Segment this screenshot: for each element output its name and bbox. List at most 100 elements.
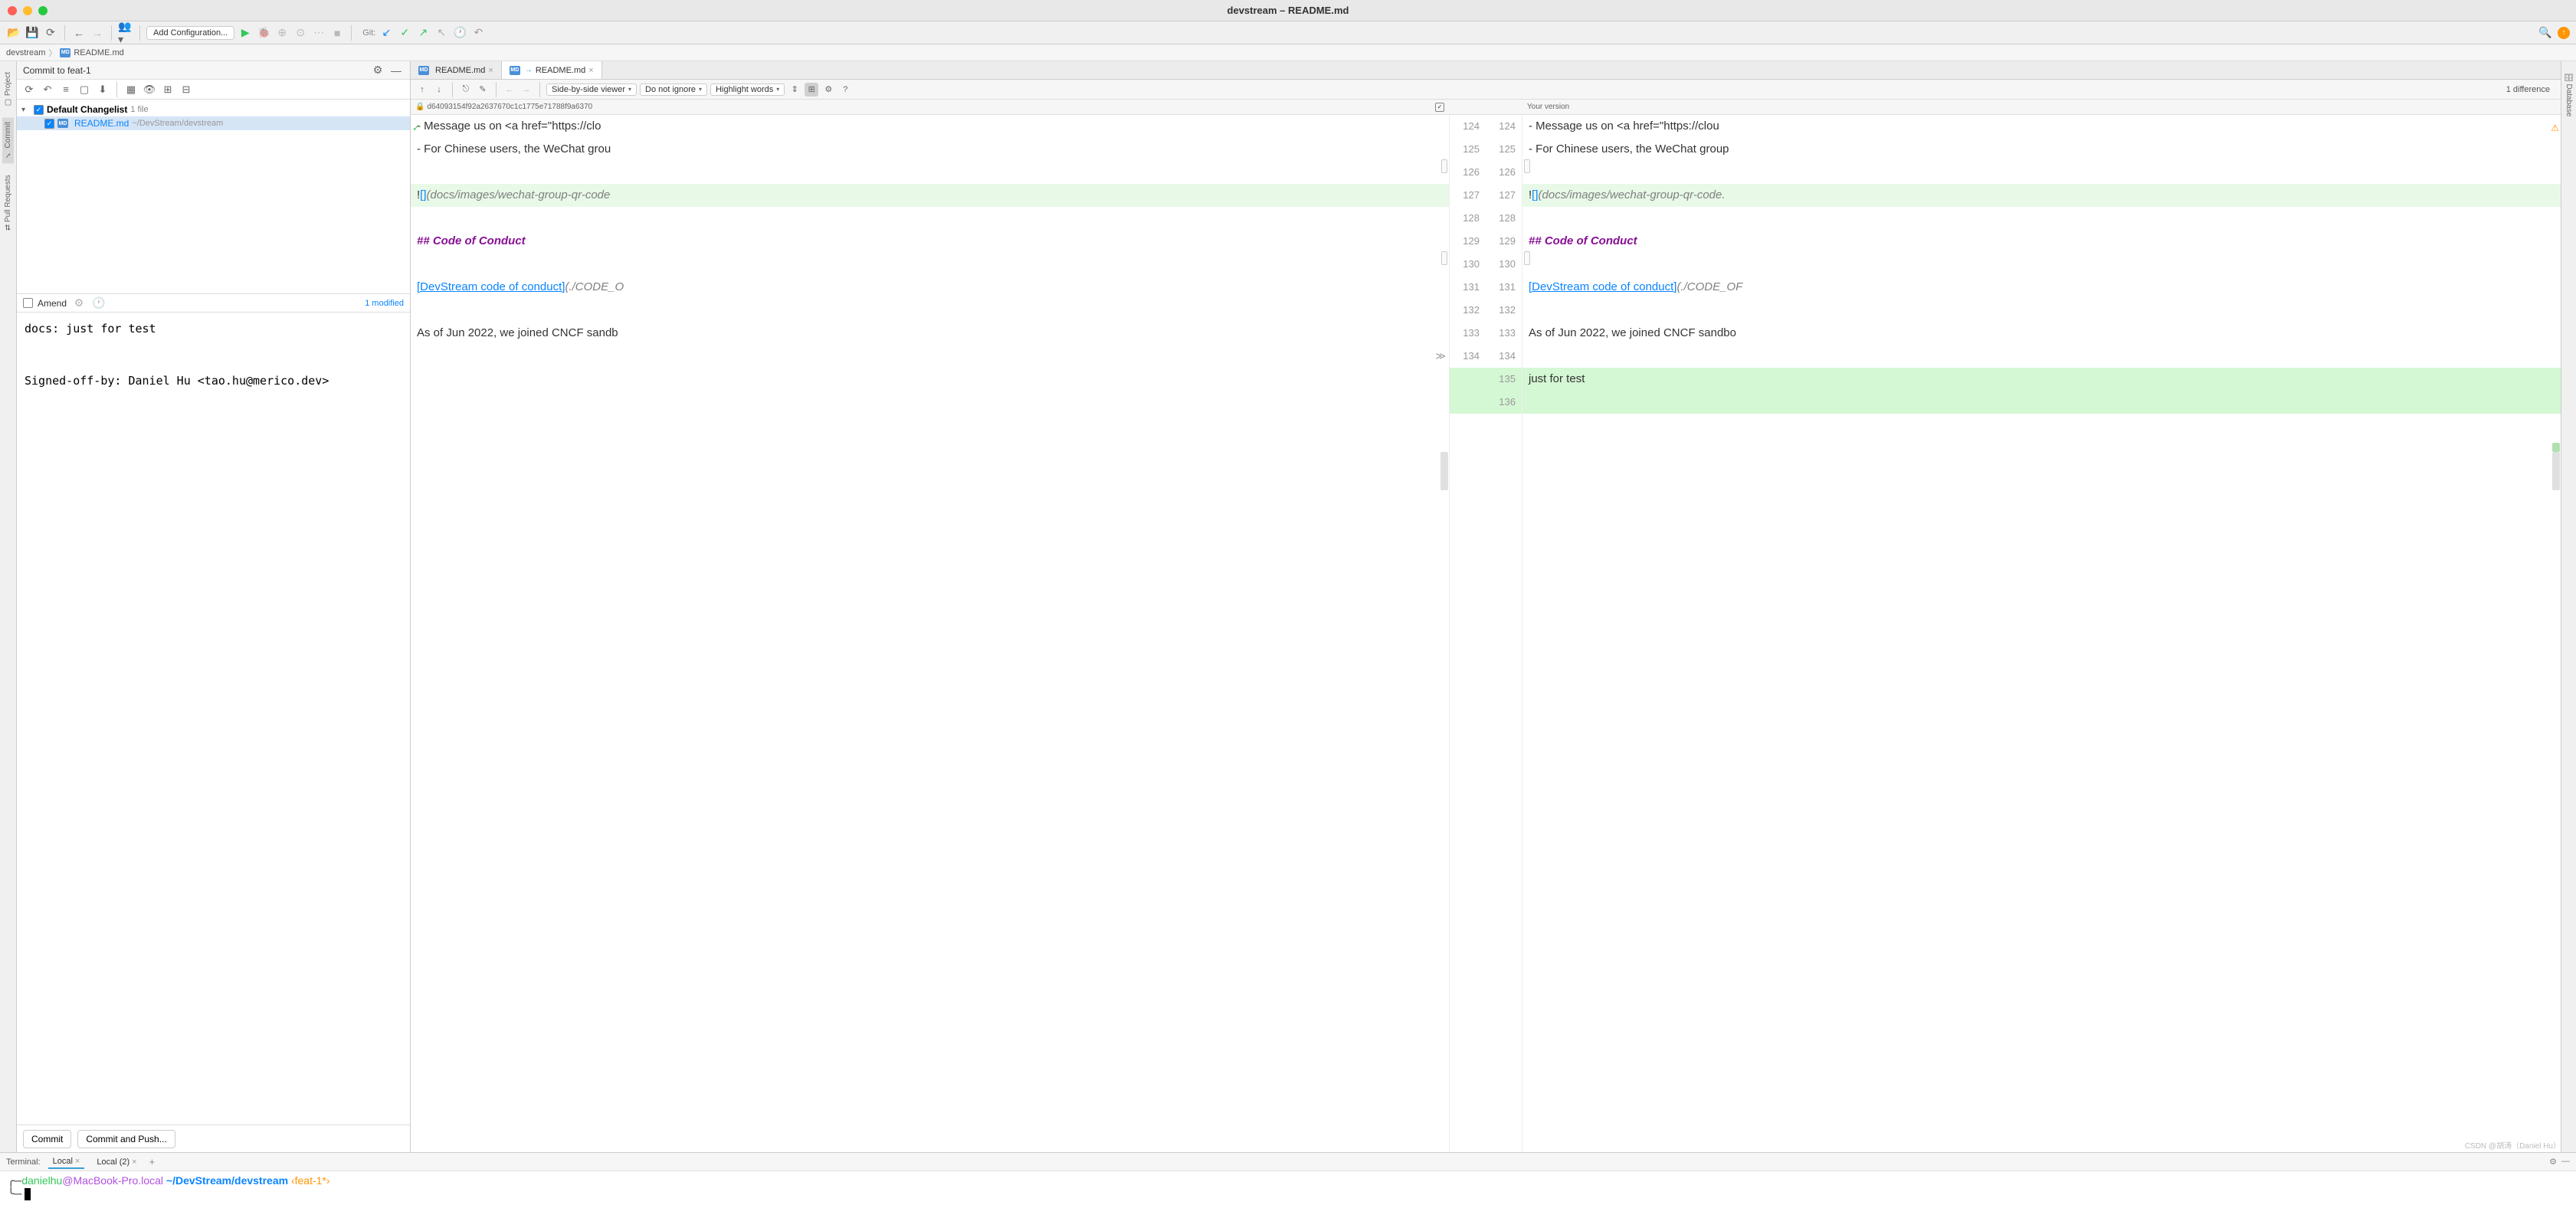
sync-icon[interactable]: ⎋ bbox=[459, 83, 473, 97]
rollback-icon[interactable]: ↶ bbox=[40, 82, 55, 97]
changelist-checkbox[interactable] bbox=[34, 105, 44, 115]
code-line: ![](docs/images/wechat-group-qr-code. bbox=[1522, 184, 2561, 207]
ignore-whitespace-select[interactable]: Do not ignore bbox=[640, 83, 707, 96]
debug-icon[interactable]: 🐞 bbox=[256, 25, 271, 41]
diff-left-pane[interactable]: ✓ - Message us on <a href="https://clo -… bbox=[411, 115, 1449, 1152]
forward-icon[interactable]: → bbox=[90, 25, 105, 41]
edit-icon[interactable]: ✎ bbox=[476, 83, 490, 97]
attach-icon[interactable]: ⋯ bbox=[311, 25, 326, 41]
diff-icon[interactable]: ≡ bbox=[58, 82, 74, 97]
prev-diff-icon[interactable]: ↑ bbox=[415, 83, 429, 97]
run-config-select[interactable]: Add Configuration... bbox=[146, 26, 234, 40]
editor-tab-readme-diff[interactable]: MD → README.md × bbox=[502, 61, 602, 79]
main-toolbar: 📂 💾 ⟳ ← → 👥▾ Add Configuration... ▶ 🐞 ⊕ … bbox=[0, 21, 2576, 44]
forward-icon[interactable]: → bbox=[519, 83, 533, 97]
fold-handle-icon[interactable] bbox=[1524, 251, 1530, 265]
modified-count[interactable]: 1 modified bbox=[365, 299, 404, 308]
hide-panel-icon[interactable]: — bbox=[2561, 1157, 2570, 1167]
expand-diff-icon[interactable]: ≫ bbox=[1435, 345, 1446, 368]
help-icon[interactable]: ? bbox=[838, 83, 852, 97]
window-minimize-button[interactable] bbox=[23, 6, 32, 15]
amend-checkbox[interactable] bbox=[23, 298, 33, 308]
changelist-icon[interactable]: ▢ bbox=[77, 82, 92, 97]
right-version-label: Your version bbox=[1527, 103, 1569, 111]
database-tool-tab[interactable]: 🗄 Database bbox=[2563, 67, 2574, 121]
next-diff-icon[interactable]: ↓ bbox=[432, 83, 446, 97]
avatar-icon[interactable]: 👥▾ bbox=[118, 25, 133, 41]
changed-file-row[interactable]: MD README.md ~/DevStream/devstream bbox=[17, 116, 410, 130]
code-line bbox=[1522, 161, 2561, 184]
profile-icon[interactable]: ⊙ bbox=[293, 25, 308, 41]
readonly-checkbox[interactable]: ✓ bbox=[1435, 103, 1444, 112]
coverage-icon[interactable]: ⊕ bbox=[274, 25, 290, 41]
file-checkbox[interactable] bbox=[44, 119, 54, 129]
view-options-icon[interactable]: 👁 bbox=[142, 82, 157, 97]
breadcrumb: devstream 〉 MD README.md bbox=[0, 44, 2576, 61]
add-terminal-icon[interactable]: + bbox=[149, 1156, 156, 1167]
save-icon[interactable]: 💾 bbox=[25, 25, 40, 41]
git-commit-icon[interactable]: ✓ bbox=[397, 25, 412, 41]
close-icon[interactable]: × bbox=[132, 1157, 136, 1167]
pull-requests-tool-tab[interactable]: ⇄Pull Requests bbox=[2, 170, 14, 235]
editor-tabs: MD README.md × MD → README.md × bbox=[411, 61, 2561, 80]
fold-handle-icon[interactable] bbox=[1441, 251, 1447, 265]
settings-icon[interactable]: ⚙ bbox=[821, 83, 835, 97]
back-icon[interactable]: ← bbox=[503, 83, 516, 97]
fold-handle-icon[interactable] bbox=[1441, 159, 1447, 173]
cursor-icon bbox=[25, 1188, 31, 1200]
code-line bbox=[1522, 253, 2561, 276]
history-icon[interactable]: 🕐 bbox=[91, 296, 107, 311]
code-line bbox=[411, 253, 1449, 276]
commit-tool-tab[interactable]: ✓Commit bbox=[2, 117, 14, 163]
breadcrumb-file[interactable]: README.md bbox=[74, 48, 123, 57]
diff-marker[interactable] bbox=[2552, 443, 2560, 452]
git-history-icon[interactable]: 🕐 bbox=[452, 25, 467, 41]
viewer-mode-select[interactable]: Side-by-side viewer bbox=[546, 83, 637, 96]
close-icon[interactable]: × bbox=[488, 66, 493, 75]
scrollbar-thumb[interactable] bbox=[2552, 452, 2560, 490]
window-close-button[interactable] bbox=[8, 6, 17, 15]
diff-toolbar: ↑ ↓ ⎋ ✎ ← → Side-by-side viewer Do not i… bbox=[411, 80, 2561, 100]
git-rollback-icon[interactable]: ↶ bbox=[470, 25, 486, 41]
window-maximize-button[interactable] bbox=[38, 6, 48, 15]
expand-icon[interactable]: ⊞ bbox=[160, 82, 175, 97]
fold-handle-icon[interactable] bbox=[1524, 159, 1530, 173]
sync-scroll-icon[interactable]: ⊞ bbox=[805, 83, 818, 97]
gear-icon[interactable]: ⚙ bbox=[2549, 1157, 2557, 1167]
scrollbar-thumb[interactable] bbox=[1440, 452, 1448, 490]
breadcrumb-project[interactable]: devstream bbox=[6, 48, 45, 57]
terminal-tab-local[interactable]: Local× bbox=[48, 1155, 85, 1169]
collapse-unchanged-icon[interactable]: ⇕ bbox=[788, 83, 801, 97]
commit-and-push-button[interactable]: Commit and Push... bbox=[77, 1130, 175, 1148]
gear-icon[interactable]: ⚙ bbox=[71, 296, 87, 311]
search-icon[interactable]: 🔍 bbox=[2538, 25, 2553, 41]
collapse-icon[interactable]: ⊟ bbox=[179, 82, 194, 97]
close-icon[interactable]: × bbox=[588, 66, 593, 75]
markdown-icon: MD bbox=[60, 48, 70, 57]
back-icon[interactable]: ← bbox=[71, 25, 87, 41]
reload-icon[interactable]: ⟳ bbox=[43, 25, 58, 41]
shelve-icon[interactable]: ⬇ bbox=[95, 82, 110, 97]
close-icon[interactable]: × bbox=[75, 1157, 80, 1166]
git-push-icon[interactable]: ↗ bbox=[415, 25, 431, 41]
diff-right-pane[interactable]: ⚠ - Message us on <a href="https://clou … bbox=[1522, 115, 2561, 1152]
changelist-row[interactable]: ▾ Default Changelist 1 file bbox=[17, 103, 410, 116]
project-tool-tab[interactable]: ▢Project bbox=[2, 67, 14, 111]
gear-icon[interactable]: ⚙ bbox=[370, 63, 385, 78]
ide-update-icon[interactable]: ↑ bbox=[2558, 27, 2570, 39]
editor-tab-readme[interactable]: MD README.md × bbox=[411, 61, 502, 79]
open-icon[interactable]: 📂 bbox=[6, 25, 21, 41]
highlight-select[interactable]: Highlight words bbox=[710, 83, 785, 96]
terminal-body[interactable]: ╭─danielhu@MacBook-Pro.local ~/DevStream… bbox=[0, 1171, 2576, 1218]
terminal-tab-local-2[interactable]: Local (2)× bbox=[92, 1156, 141, 1168]
refresh-icon[interactable]: ⟳ bbox=[21, 82, 37, 97]
chevron-down-icon[interactable]: ▾ bbox=[21, 106, 31, 114]
stop-icon[interactable]: ■ bbox=[329, 25, 345, 41]
run-icon[interactable]: ▶ bbox=[238, 25, 253, 41]
git-new-branch-icon[interactable]: ↖ bbox=[434, 25, 449, 41]
group-icon[interactable]: ▦ bbox=[123, 82, 139, 97]
hide-panel-icon[interactable]: — bbox=[388, 63, 404, 78]
commit-message-input[interactable] bbox=[17, 313, 410, 1125]
commit-button[interactable]: Commit bbox=[23, 1130, 71, 1148]
git-update-icon[interactable]: ↙ bbox=[379, 25, 394, 41]
